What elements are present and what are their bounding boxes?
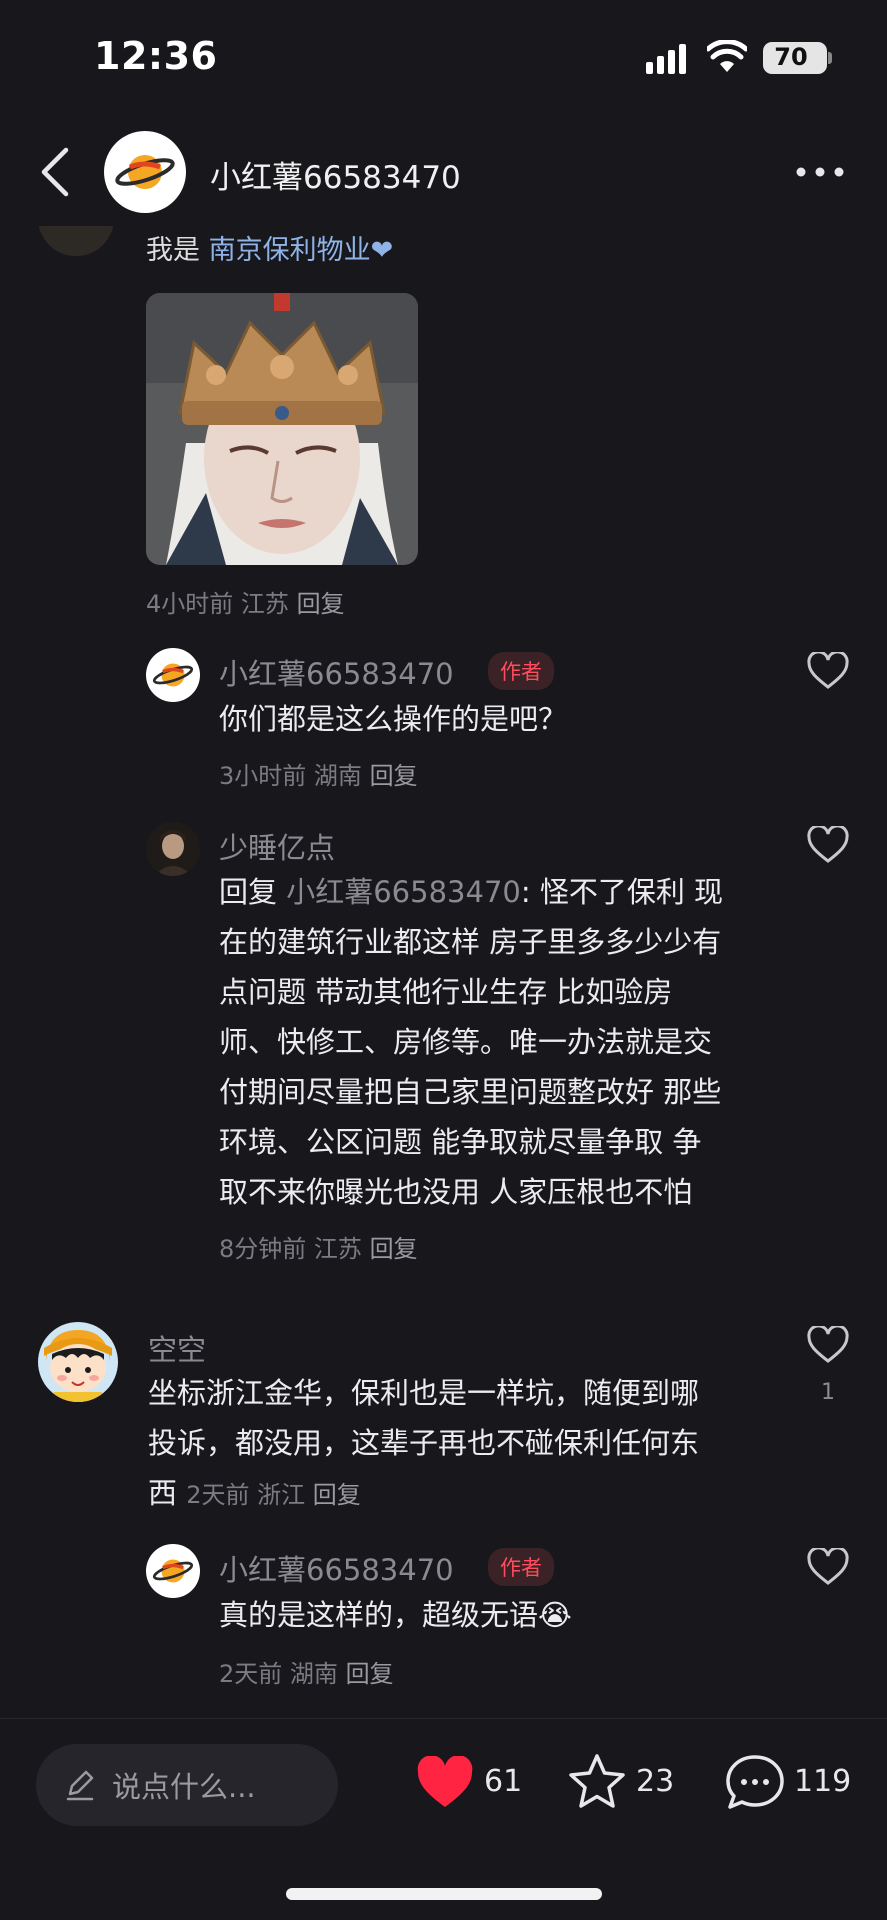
reply-line-7: 取不来你曝光也没用 人家压根也不怕 bbox=[219, 1175, 693, 1209]
reply-text: 真的是这样的，超级无语😭 bbox=[219, 1598, 572, 1632]
user-avatar-small[interactable] bbox=[146, 822, 200, 876]
reply-button[interactable]: 回复 bbox=[370, 762, 418, 790]
reply-text: 回复 小红薯66583470: 怪不了保利 现 在的建筑行业都这样 房子里多多少… bbox=[219, 867, 779, 1217]
author-badge: 作者 bbox=[488, 652, 554, 690]
like-heart-icon[interactable] bbox=[807, 652, 849, 690]
comment-line-1: 坐标浙江金华，保利也是一样坑，随便到哪 bbox=[148, 1376, 700, 1410]
pen-icon bbox=[66, 1770, 94, 1801]
reply-meta: 2天前 湖南 回复 bbox=[219, 1660, 394, 1688]
battery-cap-overlay bbox=[828, 52, 832, 64]
reply-button[interactable]: 回复 bbox=[370, 1235, 418, 1263]
reply-username[interactable]: 小红薯66583470 bbox=[219, 651, 454, 693]
comment-meta: 2天前 浙江 回复 bbox=[186, 1481, 361, 1509]
reply-line-3: 点问题 带动其他行业生存 比如验房 bbox=[219, 975, 673, 1009]
reply-line-1: 回复 小红薯66583470: 怪不了保利 现 bbox=[219, 875, 724, 909]
reply-button[interactable]: 回复 bbox=[297, 590, 345, 618]
user-avatar[interactable] bbox=[38, 1322, 118, 1402]
like-heart-icon[interactable] bbox=[807, 1548, 849, 1586]
page-title: 小红薯66583470 bbox=[210, 160, 461, 196]
reply-button[interactable]: 回复 bbox=[346, 1660, 394, 1688]
planet-icon bbox=[152, 663, 194, 687]
comment-sticker-image[interactable] bbox=[146, 293, 418, 565]
back-icon[interactable] bbox=[38, 146, 74, 198]
collect-count: 23 bbox=[636, 1764, 675, 1799]
reply-button[interactable]: 回复 bbox=[313, 1481, 361, 1509]
reply-target-link[interactable]: 小红薯66583470 bbox=[286, 875, 521, 909]
like-count: 61 bbox=[484, 1764, 523, 1799]
author-badge: 作者 bbox=[488, 1548, 554, 1586]
heart-filled-icon[interactable] bbox=[416, 1756, 474, 1810]
cellular-signal-icon-overlay bbox=[646, 44, 686, 74]
comment-meta: 4小时前 江苏 回复 bbox=[146, 590, 345, 618]
battery-level-overlay: 70 bbox=[774, 43, 808, 71]
like-heart-icon[interactable] bbox=[807, 826, 849, 864]
comment-text: 坐标浙江金华，保利也是一样坑，随便到哪 投诉，都没用，这辈子再也不碰保利任何东 … bbox=[148, 1368, 768, 1520]
statue-face-image bbox=[146, 293, 418, 565]
planet-icon bbox=[115, 155, 175, 189]
portrait-image bbox=[146, 822, 200, 876]
comment-line-2: 投诉，都没用，这辈子再也不碰保利任何东 bbox=[148, 1426, 700, 1460]
mention-link[interactable]: 南京保利物业 bbox=[209, 235, 371, 264]
like-count: 1 bbox=[821, 1380, 835, 1405]
reply-line-5: 付期间尽量把自己家里问题整改好 那些 bbox=[219, 1075, 722, 1109]
home-indicator[interactable] bbox=[286, 1888, 602, 1900]
reply-username[interactable]: 小红薯66583470 bbox=[219, 1547, 454, 1589]
comment-text: 我是 南京保利物业❤ bbox=[146, 235, 394, 264]
author-avatar-small[interactable] bbox=[146, 648, 200, 702]
reply-line-2: 在的建筑行业都这样 房子里多多少少有 bbox=[219, 925, 722, 959]
crying-emoji-icon: 😭 bbox=[538, 1598, 572, 1632]
reply-line-4: 师、快修工、房修等。唯一办法就是交 bbox=[219, 1025, 713, 1059]
reply-username[interactable]: 少睡亿点 bbox=[219, 825, 335, 867]
wifi-icon-overlay bbox=[707, 40, 747, 72]
reply-text: 你们都是这么操作的是吧？ bbox=[219, 702, 568, 736]
cartoon-girl-avatar bbox=[38, 1322, 118, 1402]
reply-line-6: 环境、公区问题 能争取就尽量争取 争 bbox=[219, 1125, 702, 1159]
star-icon[interactable] bbox=[566, 1752, 628, 1812]
reply-meta: 8分钟前 江苏 回复 bbox=[219, 1235, 418, 1263]
comment-count: 119 bbox=[794, 1764, 852, 1799]
comment-input-placeholder[interactable]: 说点什么... bbox=[112, 1764, 256, 1806]
author-avatar[interactable] bbox=[104, 131, 186, 213]
comment-username[interactable]: 空空 bbox=[148, 1327, 206, 1369]
more-options-icon[interactable] bbox=[795, 165, 845, 179]
planet-icon bbox=[152, 1559, 194, 1583]
like-heart-icon[interactable] bbox=[807, 1326, 849, 1364]
comment-bubble-icon[interactable] bbox=[724, 1752, 786, 1812]
reply-meta: 3小时前 湖南 回复 bbox=[219, 762, 418, 790]
battery-indicator-overlay: 70 bbox=[763, 42, 827, 74]
status-time-overlay: 12:36 bbox=[94, 34, 218, 78]
author-avatar-small[interactable] bbox=[146, 1544, 200, 1598]
comment-line-3: 西 2天前 浙江 回复 bbox=[148, 1476, 361, 1510]
